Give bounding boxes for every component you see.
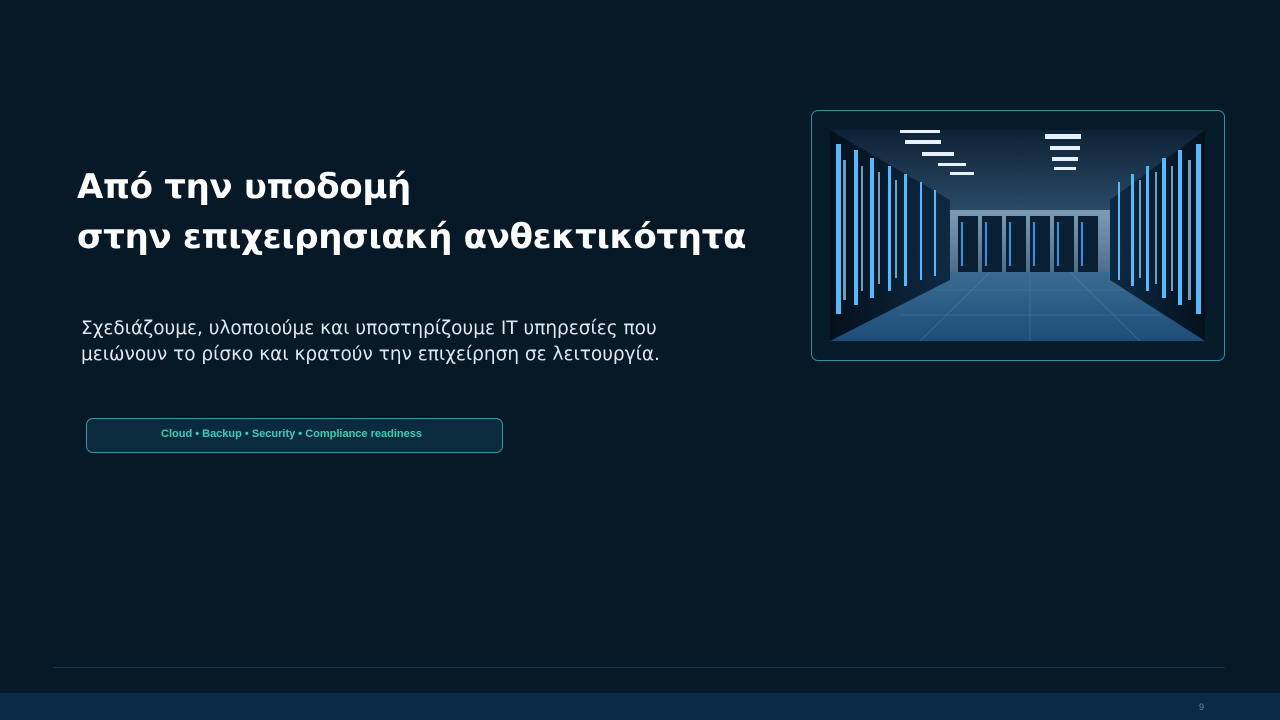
page-number: 9 — [1198, 702, 1204, 712]
server-room-image — [830, 130, 1205, 341]
subtitle-line-1: Σχεδιάζουμε, υλοποιούμε και υποστηρίζουμ… — [81, 318, 657, 339]
slide-title: Από την υποδομή στην επιχειρησιακή ανθεκ… — [77, 162, 746, 262]
footer-divider — [53, 667, 1225, 668]
services-tag-text: Cloud • Backup • Security • Compliance r… — [161, 428, 422, 440]
title-line-1: Από την υποδομή — [77, 167, 411, 207]
title-line-2: στην επιχειρησιακή ανθεκτικότητα — [77, 217, 747, 257]
services-tag-pill: Cloud • Backup • Security • Compliance r… — [86, 418, 503, 453]
slide: Από την υποδομή στην επιχειρησιακή ανθεκ… — [0, 0, 1280, 720]
subtitle-line-2: μειώνουν το ρίσκο και κρατούν την επιχεί… — [81, 344, 660, 365]
slide-subtitle: Σχεδιάζουμε, υλοποιούμε και υποστηρίζουμ… — [81, 316, 660, 368]
footer-bar: 9 — [0, 693, 1280, 720]
